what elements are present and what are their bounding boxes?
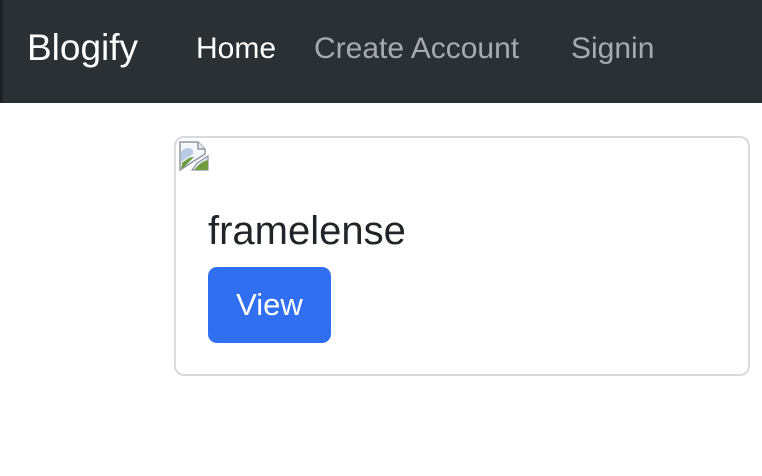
top-navbar: Blogify Home Create Account Signin (0, 0, 762, 103)
broken-image-icon (178, 140, 210, 172)
post-card: framelense View (174, 136, 750, 376)
nav-link-home[interactable]: Home (196, 31, 276, 67)
nav-link-signin[interactable]: Signin (571, 31, 654, 67)
brand-link[interactable]: Blogify (27, 26, 138, 70)
view-button[interactable]: View (208, 267, 331, 343)
nav-link-create-account[interactable]: Create Account (314, 31, 519, 67)
card-title: framelense (208, 209, 406, 253)
